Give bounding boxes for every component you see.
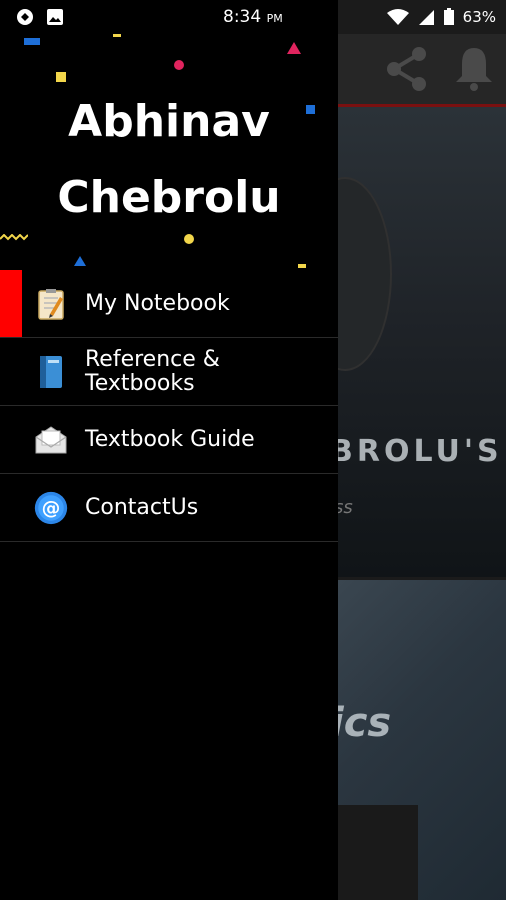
confetti-shape <box>298 264 306 268</box>
hero-logo <box>338 177 392 371</box>
confetti-shape <box>184 234 194 244</box>
confetti-shape <box>174 60 184 70</box>
drawer-item-textbook-guide[interactable]: Textbook Guide <box>0 406 338 474</box>
battery-icon <box>443 8 454 25</box>
active-indicator <box>0 270 22 337</box>
wifi-icon <box>386 9 409 25</box>
drawer-item-reference-textbooks[interactable]: Reference & Textbooks <box>0 338 338 406</box>
image-notification-icon <box>47 9 63 25</box>
card-dark-panel <box>338 805 418 900</box>
drawer-item-label: My Notebook <box>85 290 230 316</box>
confetti-shape <box>113 34 121 37</box>
envelope-icon <box>34 423 68 457</box>
at-icon: @ <box>34 491 68 525</box>
book-icon <box>34 355 68 389</box>
drawer-item-label: Reference & Textbooks <box>85 346 220 396</box>
app-notification-icon <box>17 9 33 25</box>
content-card[interactable]: ics <box>338 580 506 900</box>
notification-icons <box>16 8 64 26</box>
drawer-item-my-notebook[interactable]: My Notebook <box>0 270 338 338</box>
clock-ampm: PM <box>266 12 283 25</box>
app-toolbar <box>338 34 506 107</box>
confetti-shape <box>24 38 40 45</box>
status-right: 63% <box>386 8 496 26</box>
background-app: BROLU'S ss ics <box>338 0 506 900</box>
navigation-drawer: Abhinav Chebrolu My Notebook Reference &… <box>0 0 338 900</box>
confetti-shape <box>56 72 66 82</box>
svg-text:@: @ <box>42 497 61 518</box>
hero-subtitle: ss <box>338 497 353 518</box>
drawer-item-contact-us[interactable]: @ ContactUs <box>0 474 338 542</box>
notebook-icon <box>34 287 68 321</box>
card-label: ics <box>338 700 392 746</box>
drawer-item-label: ContactUs <box>85 494 199 520</box>
user-name-line2: Chebrolu <box>57 172 281 223</box>
hero-banner[interactable]: BROLU'S ss <box>338 107 506 577</box>
confetti-shape <box>287 42 301 54</box>
bell-icon[interactable] <box>454 44 494 92</box>
battery-percent: 63% <box>462 8 496 26</box>
confetti-shape <box>0 234 28 241</box>
clock: 8:34 PM <box>223 7 283 27</box>
confetti-shape <box>74 256 86 266</box>
drawer-item-label-line1: Reference & <box>85 346 220 372</box>
share-icon[interactable] <box>382 44 432 94</box>
status-bar: 8:34 PM 63% <box>0 0 506 34</box>
signal-icon <box>418 10 434 25</box>
user-name-line1: Abhinav <box>68 96 270 147</box>
drawer-item-label-line2: Textbooks <box>85 370 195 396</box>
clock-time: 8:34 <box>223 7 262 27</box>
drawer-item-label: Textbook Guide <box>85 426 255 452</box>
hero-title: BROLU'S <box>338 434 503 469</box>
